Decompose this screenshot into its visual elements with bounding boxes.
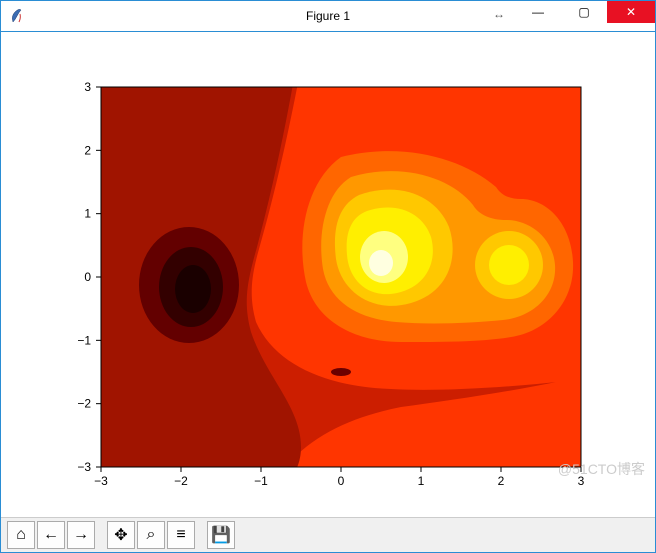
mpl-toolbar: ⌂ ← → ✥ ⌕ ≡ 💾	[1, 517, 655, 552]
ytick-label: 3	[84, 80, 91, 94]
forward-icon: →	[73, 526, 89, 544]
back-button[interactable]: ←	[37, 521, 65, 549]
ytick-label: 0	[84, 270, 91, 284]
ytick-label: −3	[77, 460, 91, 474]
plot-svg: −3−2−10123 −3−2−10123	[1, 32, 655, 518]
xtick-label: 2	[498, 474, 505, 488]
minimize-button[interactable]: —	[515, 1, 561, 23]
pan-button[interactable]: ✥	[107, 521, 135, 549]
contour-small-dip	[331, 368, 351, 376]
xtick-label: −2	[174, 474, 188, 488]
figure-canvas[interactable]: −3−2−10123 −3−2−10123 @51CTO博客	[1, 32, 655, 517]
pan-icon: ✥	[114, 525, 127, 545]
app-icon	[9, 8, 25, 24]
back-icon: ←	[43, 526, 59, 544]
zoom-button[interactable]: ⌕	[137, 521, 165, 549]
xtick-label: 0	[338, 474, 345, 488]
xtick-label: −1	[254, 474, 268, 488]
zoom-icon: ⌕	[147, 526, 156, 544]
titlebar: Figure 1 ↔ — ▢ ✕	[1, 1, 655, 32]
home-button[interactable]: ⌂	[7, 521, 35, 549]
configure-button[interactable]: ≡	[167, 521, 195, 549]
save-button[interactable]: 💾	[207, 521, 235, 549]
contour-level-7	[369, 250, 393, 276]
xtick-label: 1	[418, 474, 425, 488]
xtick-label: −3	[94, 474, 108, 488]
save-icon: 💾	[211, 525, 231, 545]
contour-neg-4	[175, 265, 211, 313]
ytick-label: 1	[84, 207, 91, 221]
ytick-label: 2	[84, 143, 91, 157]
watermark: @51CTO博客	[558, 459, 645, 479]
forward-button[interactable]: →	[67, 521, 95, 549]
window-controls: — ▢ ✕	[515, 1, 655, 23]
home-icon: ⌂	[16, 526, 26, 544]
contour-level-5b	[489, 245, 529, 285]
app-window: Figure 1 ↔ — ▢ ✕	[0, 0, 656, 553]
ytick-label: −1	[77, 333, 91, 347]
resize-icon: ↔	[493, 7, 505, 21]
sliders-icon: ≡	[176, 526, 185, 544]
maximize-button[interactable]: ▢	[561, 1, 607, 23]
ytick-label: −2	[77, 397, 91, 411]
close-button[interactable]: ✕	[607, 1, 655, 23]
